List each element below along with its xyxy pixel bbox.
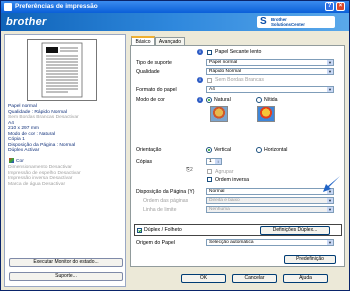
quality-select[interactable]: Rápido Normal ▼ bbox=[206, 68, 334, 75]
border-line-label: Linha de limite bbox=[143, 207, 177, 213]
media-type-label: Tipo de suporte bbox=[136, 60, 172, 66]
help-title-button[interactable]: ? bbox=[325, 2, 334, 11]
color-mode-natural-radio[interactable] bbox=[206, 97, 212, 103]
orientation-landscape-radio[interactable] bbox=[256, 147, 262, 153]
orientation-portrait-label: Vertical bbox=[214, 147, 232, 153]
natural-preview-image bbox=[210, 106, 228, 122]
cancel-button[interactable]: Cancelar bbox=[232, 274, 277, 283]
page-order-value: Direita e baixo bbox=[209, 198, 240, 203]
copies-label: Cópias bbox=[136, 159, 153, 165]
window-title: Preferências de impressão bbox=[15, 3, 98, 10]
paper-source-label: Origem do Papel bbox=[136, 240, 175, 246]
border-line-select[interactable]: Nenhuma ▼ bbox=[206, 206, 334, 213]
paper-source-value: Selecção automática bbox=[209, 240, 254, 245]
info-icon: i bbox=[197, 77, 203, 83]
summary-line: Cor bbox=[16, 158, 24, 164]
page-layout-label: Disposição da Página (Y) bbox=[136, 189, 195, 195]
chevron-down-icon: ▼ bbox=[327, 207, 333, 212]
info-icon: i bbox=[197, 49, 203, 55]
media-type-value: Papel normal bbox=[209, 60, 238, 65]
page-order-select[interactable]: Direita e baixo ▼ bbox=[206, 197, 334, 204]
orientation-portrait-radio[interactable] bbox=[206, 147, 212, 153]
brother-logo: brother bbox=[6, 16, 47, 28]
settings-summary-panel: Papel normal Qualidade : Rápido Normal S… bbox=[4, 34, 126, 287]
title-bar: Preferências de impressão ? × bbox=[1, 1, 349, 13]
reverse-order-label: Ordem inversa bbox=[215, 176, 250, 183]
slow-drying-checkbox[interactable] bbox=[207, 49, 212, 55]
page-layout-select[interactable]: Normal ▼ bbox=[206, 188, 334, 195]
close-button[interactable]: × bbox=[336, 2, 345, 11]
color-mode-natural-label: Natural bbox=[214, 97, 231, 103]
pointer-arrow-icon bbox=[323, 176, 340, 192]
summary-line: Dúplex Activar bbox=[8, 148, 40, 153]
solutions-line2: SolutionsCenter bbox=[271, 22, 305, 27]
basic-settings-panel: i Papel Secante lento Tipo de suporte Pa… bbox=[130, 45, 345, 267]
chevron-down-icon: ▼ bbox=[327, 69, 333, 74]
color-mode-vivid-radio[interactable] bbox=[256, 97, 262, 103]
quality-value: Rápido Normal bbox=[209, 69, 241, 74]
page-order-label: Ordem das páginas bbox=[143, 198, 189, 204]
collate-pages-icon: ⎘2 bbox=[186, 167, 193, 173]
chevron-down-icon: ▼ bbox=[327, 240, 333, 245]
chevron-down-icon: ▼ bbox=[327, 87, 333, 92]
vivid-preview-image bbox=[257, 106, 275, 122]
brother-banner: brother S Brother SolutionsCenter bbox=[1, 13, 349, 31]
reverse-order-checkbox[interactable] bbox=[207, 177, 212, 182]
color-icon bbox=[9, 158, 14, 163]
copies-value: 1 bbox=[209, 159, 212, 164]
duplex-highlight-box: Dúplex / Folheto Definições Dúplex... bbox=[134, 224, 342, 236]
document-preview-icon bbox=[41, 42, 83, 98]
paper-size-label: Formato do papel bbox=[136, 87, 177, 93]
paper-source-select[interactable]: Selecção automática ▼ bbox=[206, 239, 334, 246]
support-button[interactable]: Suporte... bbox=[9, 272, 123, 281]
color-mode-label: Modo de cor bbox=[136, 97, 165, 103]
paper-size-select[interactable]: A4 ▼ bbox=[206, 86, 334, 93]
media-type-select[interactable]: Papel normal ▼ bbox=[206, 59, 334, 66]
summary-color-row: Cor bbox=[9, 158, 24, 164]
solutions-s-icon: S bbox=[260, 16, 267, 27]
collate-label: Agrupar bbox=[215, 168, 234, 175]
duplex-checkbox[interactable] bbox=[137, 227, 142, 233]
info-icon: i bbox=[197, 97, 203, 103]
paper-size-value: A4 bbox=[209, 87, 215, 92]
solutions-center-button[interactable]: S Brother SolutionsCenter bbox=[257, 16, 335, 28]
orientation-label: Orientação bbox=[136, 147, 162, 153]
page-preview bbox=[27, 39, 97, 101]
slow-drying-label: Papel Secante lento bbox=[215, 49, 262, 55]
print-preferences-window: Preferências de impressão ? × brother S … bbox=[0, 0, 350, 291]
help-button[interactable]: Ajuda bbox=[283, 274, 328, 283]
collate-checkbox[interactable] bbox=[207, 169, 212, 174]
stepper-arrows-icon[interactable]: ↕ bbox=[215, 159, 221, 164]
page-layout-value: Normal bbox=[209, 189, 225, 194]
summary-line: Marca de água Desactivar bbox=[8, 181, 66, 187]
ok-button[interactable]: OK bbox=[181, 274, 226, 283]
borderless-label: Sem Bordas Brancas bbox=[215, 77, 265, 83]
duplex-label: Dúplex / Folheto bbox=[144, 227, 182, 233]
copies-stepper[interactable]: 1 ↕ bbox=[206, 158, 222, 165]
orientation-landscape-label: Horizontal bbox=[264, 147, 288, 153]
summary-line: Sem Bordas Brancas Desactivar bbox=[8, 115, 79, 120]
quality-label: Qualidade bbox=[136, 69, 160, 75]
printer-icon bbox=[4, 3, 12, 11]
color-mode-vivid-label: Nítida bbox=[264, 97, 278, 103]
borderless-checkbox[interactable] bbox=[207, 77, 212, 83]
status-monitor-button[interactable]: Executar Monitor do estado... bbox=[9, 258, 123, 267]
chevron-down-icon: ▼ bbox=[327, 60, 333, 65]
default-button[interactable]: Predefinição bbox=[284, 255, 336, 264]
chevron-down-icon: ▼ bbox=[327, 198, 333, 203]
border-line-value: Nenhuma bbox=[209, 207, 230, 212]
duplex-settings-button[interactable]: Definições Dúplex... bbox=[260, 226, 330, 235]
